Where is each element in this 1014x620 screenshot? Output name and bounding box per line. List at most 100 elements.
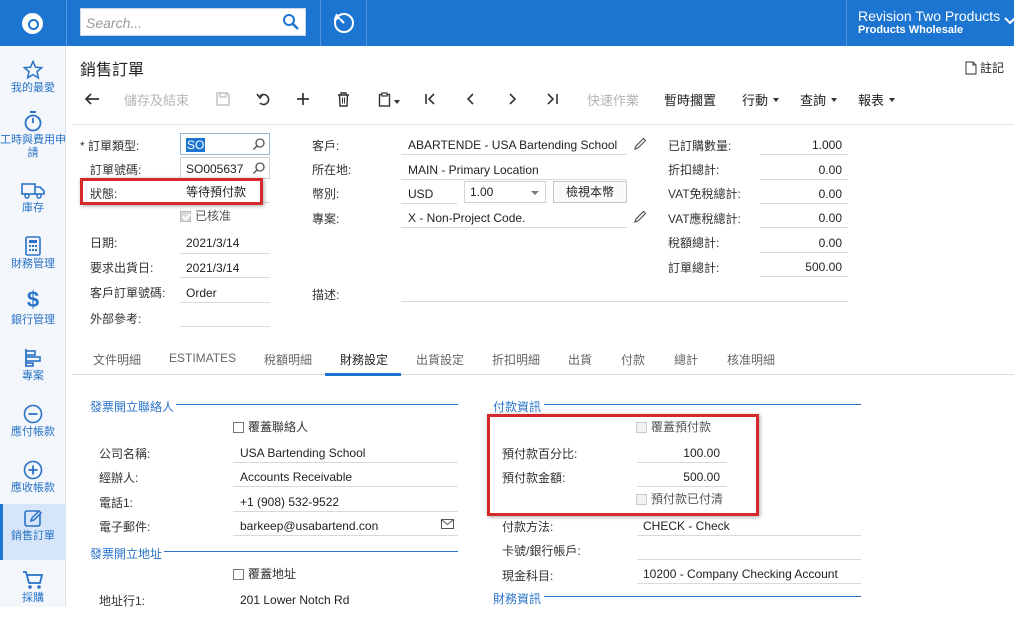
ordered-qty-label: 已訂購數量: (668, 139, 732, 153)
override-address-checkbox[interactable]: 覆蓋地址 (233, 567, 296, 581)
caret-down-icon (773, 98, 780, 102)
sidebar-item-purchases[interactable]: 採購 (0, 566, 66, 620)
inquiries-menu[interactable]: 查詢 (800, 92, 838, 110)
reports-menu[interactable]: 報表 (858, 92, 896, 110)
sidebar-item-banking[interactable]: $ 銀行管理 (0, 288, 66, 342)
vat-exempt-label: VAT免稅總計: (668, 187, 741, 201)
requested-on-value[interactable]: 2021/3/14 (186, 260, 239, 276)
actions-menu[interactable]: 行動 (742, 92, 780, 110)
attention-label: 經辦人: (99, 471, 139, 485)
sidebar-item-sales-orders[interactable]: 銷售訂單 (0, 504, 66, 560)
chevron-right-icon (509, 93, 517, 105)
search-icon[interactable] (252, 161, 266, 178)
payment-method-value[interactable]: CHECK - Check (643, 518, 730, 534)
sidebar-item-finance[interactable]: 財務管理 (0, 232, 66, 286)
add-button[interactable] (296, 92, 310, 111)
sidebar-item-inventory[interactable]: 庫存 (0, 176, 66, 230)
order-type-field[interactable]: SO (180, 133, 270, 155)
requested-on-label: 要求出貨日: (90, 261, 154, 275)
order-total-label: 訂單總計: (668, 261, 720, 275)
company-selector[interactable]: Revision Two Products Products Wholesale (858, 8, 1014, 37)
undo-button[interactable] (256, 92, 272, 111)
tab-totals[interactable]: 總計 (674, 351, 698, 368)
chevron-left-icon (466, 93, 474, 105)
order-type-label: * 訂單類型: (80, 139, 140, 153)
tab-shipments[interactable]: 出貨 (568, 351, 592, 368)
save-close-button[interactable]: 儲存及結束 (124, 92, 189, 110)
phone-label: 電話1: (99, 496, 134, 510)
sidebar-item-favorites[interactable]: 我的最愛 (0, 56, 66, 110)
search-icon[interactable] (282, 13, 300, 34)
delete-button[interactable] (337, 92, 350, 112)
phone-value[interactable]: +1 (908) 532-9522 (240, 494, 339, 510)
last-record-button[interactable] (545, 92, 559, 111)
ordered-qty-value: 1.000 (811, 138, 842, 152)
sidebar-item-payables[interactable]: 應付帳款 (0, 400, 66, 454)
override-contact-checkbox[interactable]: 覆蓋聯絡人 (233, 420, 308, 434)
highlight-box (80, 178, 263, 205)
underline (401, 179, 627, 180)
tab-approval-details[interactable]: 核准明細 (727, 351, 775, 368)
email-value[interactable]: barkeep@usabartend.con (240, 518, 378, 534)
cash-account-value[interactable]: 10200 - Company Checking Account (643, 566, 838, 582)
back-button[interactable] (84, 92, 100, 111)
search-box[interactable] (80, 8, 306, 36)
sidebar-item-time-expenses[interactable]: 工時與費用申請 (0, 108, 66, 162)
location-value[interactable]: MAIN - Primary Location (408, 162, 539, 178)
tab-tax-details[interactable]: 稅額明細 (264, 351, 312, 368)
approved-checkbox[interactable]: 已核准 (180, 209, 231, 223)
tab-document-details[interactable]: 文件明細 (93, 351, 141, 368)
tab-payments[interactable]: 付款 (621, 351, 645, 368)
clipboard-icon (378, 92, 391, 107)
chevron-down-icon[interactable] (1004, 14, 1014, 28)
date-value[interactable]: 2021/3/14 (186, 235, 239, 251)
sidebar-item-projects[interactable]: 專案 (0, 344, 66, 398)
currency-value[interactable]: USD (408, 186, 433, 202)
project-value[interactable]: X - Non-Project Code. (408, 210, 525, 226)
customer-value[interactable]: ABARTENDE - USA Bartending School (408, 137, 617, 153)
next-record-button[interactable] (507, 92, 517, 111)
last-icon (547, 93, 558, 105)
underline (233, 462, 458, 463)
copy-button[interactable] (378, 92, 400, 112)
company-name-value[interactable]: USA Bartending School (240, 445, 365, 461)
save-button[interactable] (216, 92, 230, 111)
app-logo-icon[interactable] (22, 13, 43, 34)
card-account-label: 卡號/銀行帳戶: (502, 544, 581, 558)
address1-value[interactable]: 201 Lower Notch Rd (240, 592, 349, 608)
tab-shipping-settings[interactable]: 出貨設定 (416, 351, 464, 368)
pencil-icon[interactable] (634, 210, 647, 226)
underline (233, 511, 458, 512)
dollar-icon: $ (26, 287, 40, 312)
tab-discount-details[interactable]: 折扣明細 (492, 351, 540, 368)
attention-value[interactable]: Accounts Receivable (240, 469, 352, 485)
customer-order-value[interactable]: Order (186, 285, 217, 301)
notes-button[interactable]: 註記 (965, 59, 1004, 76)
search-icon[interactable] (252, 137, 266, 154)
tax-total-value: 0.00 (818, 236, 842, 250)
external-ref-field[interactable] (180, 326, 270, 327)
view-base-button[interactable]: 檢視本幣 (553, 181, 627, 203)
mail-icon[interactable] (441, 518, 454, 532)
currency-rate-dropdown[interactable]: 1.00 (464, 181, 546, 203)
location-label: 所在地: (312, 163, 352, 177)
previous-record-button[interactable] (466, 92, 476, 111)
underline (401, 203, 457, 204)
hold-button[interactable]: 暫時擱置 (664, 92, 716, 110)
first-record-button[interactable] (424, 92, 438, 111)
financial-info-title: 財務資訊 (493, 592, 542, 606)
tab-financial-settings[interactable]: 財務設定 (340, 351, 388, 368)
history-icon[interactable] (332, 11, 356, 38)
edit-icon (0, 504, 66, 528)
search-input[interactable] (86, 13, 276, 33)
caret-down-icon (531, 191, 539, 195)
pencil-icon[interactable] (634, 137, 647, 153)
quick-process-button[interactable]: 快速作業 (587, 92, 639, 110)
sidebar-item-receivables[interactable]: 應收帳款 (0, 456, 66, 510)
page-title: 銷售訂單 (80, 62, 145, 79)
vat-taxable-label: VAT應稅總計: (668, 212, 741, 226)
tab-estimates[interactable]: ESTIMATES (169, 351, 236, 365)
order-nbr-field[interactable]: SO005637 (180, 157, 270, 179)
card-account-field[interactable] (637, 559, 861, 560)
description-field[interactable] (401, 301, 848, 302)
